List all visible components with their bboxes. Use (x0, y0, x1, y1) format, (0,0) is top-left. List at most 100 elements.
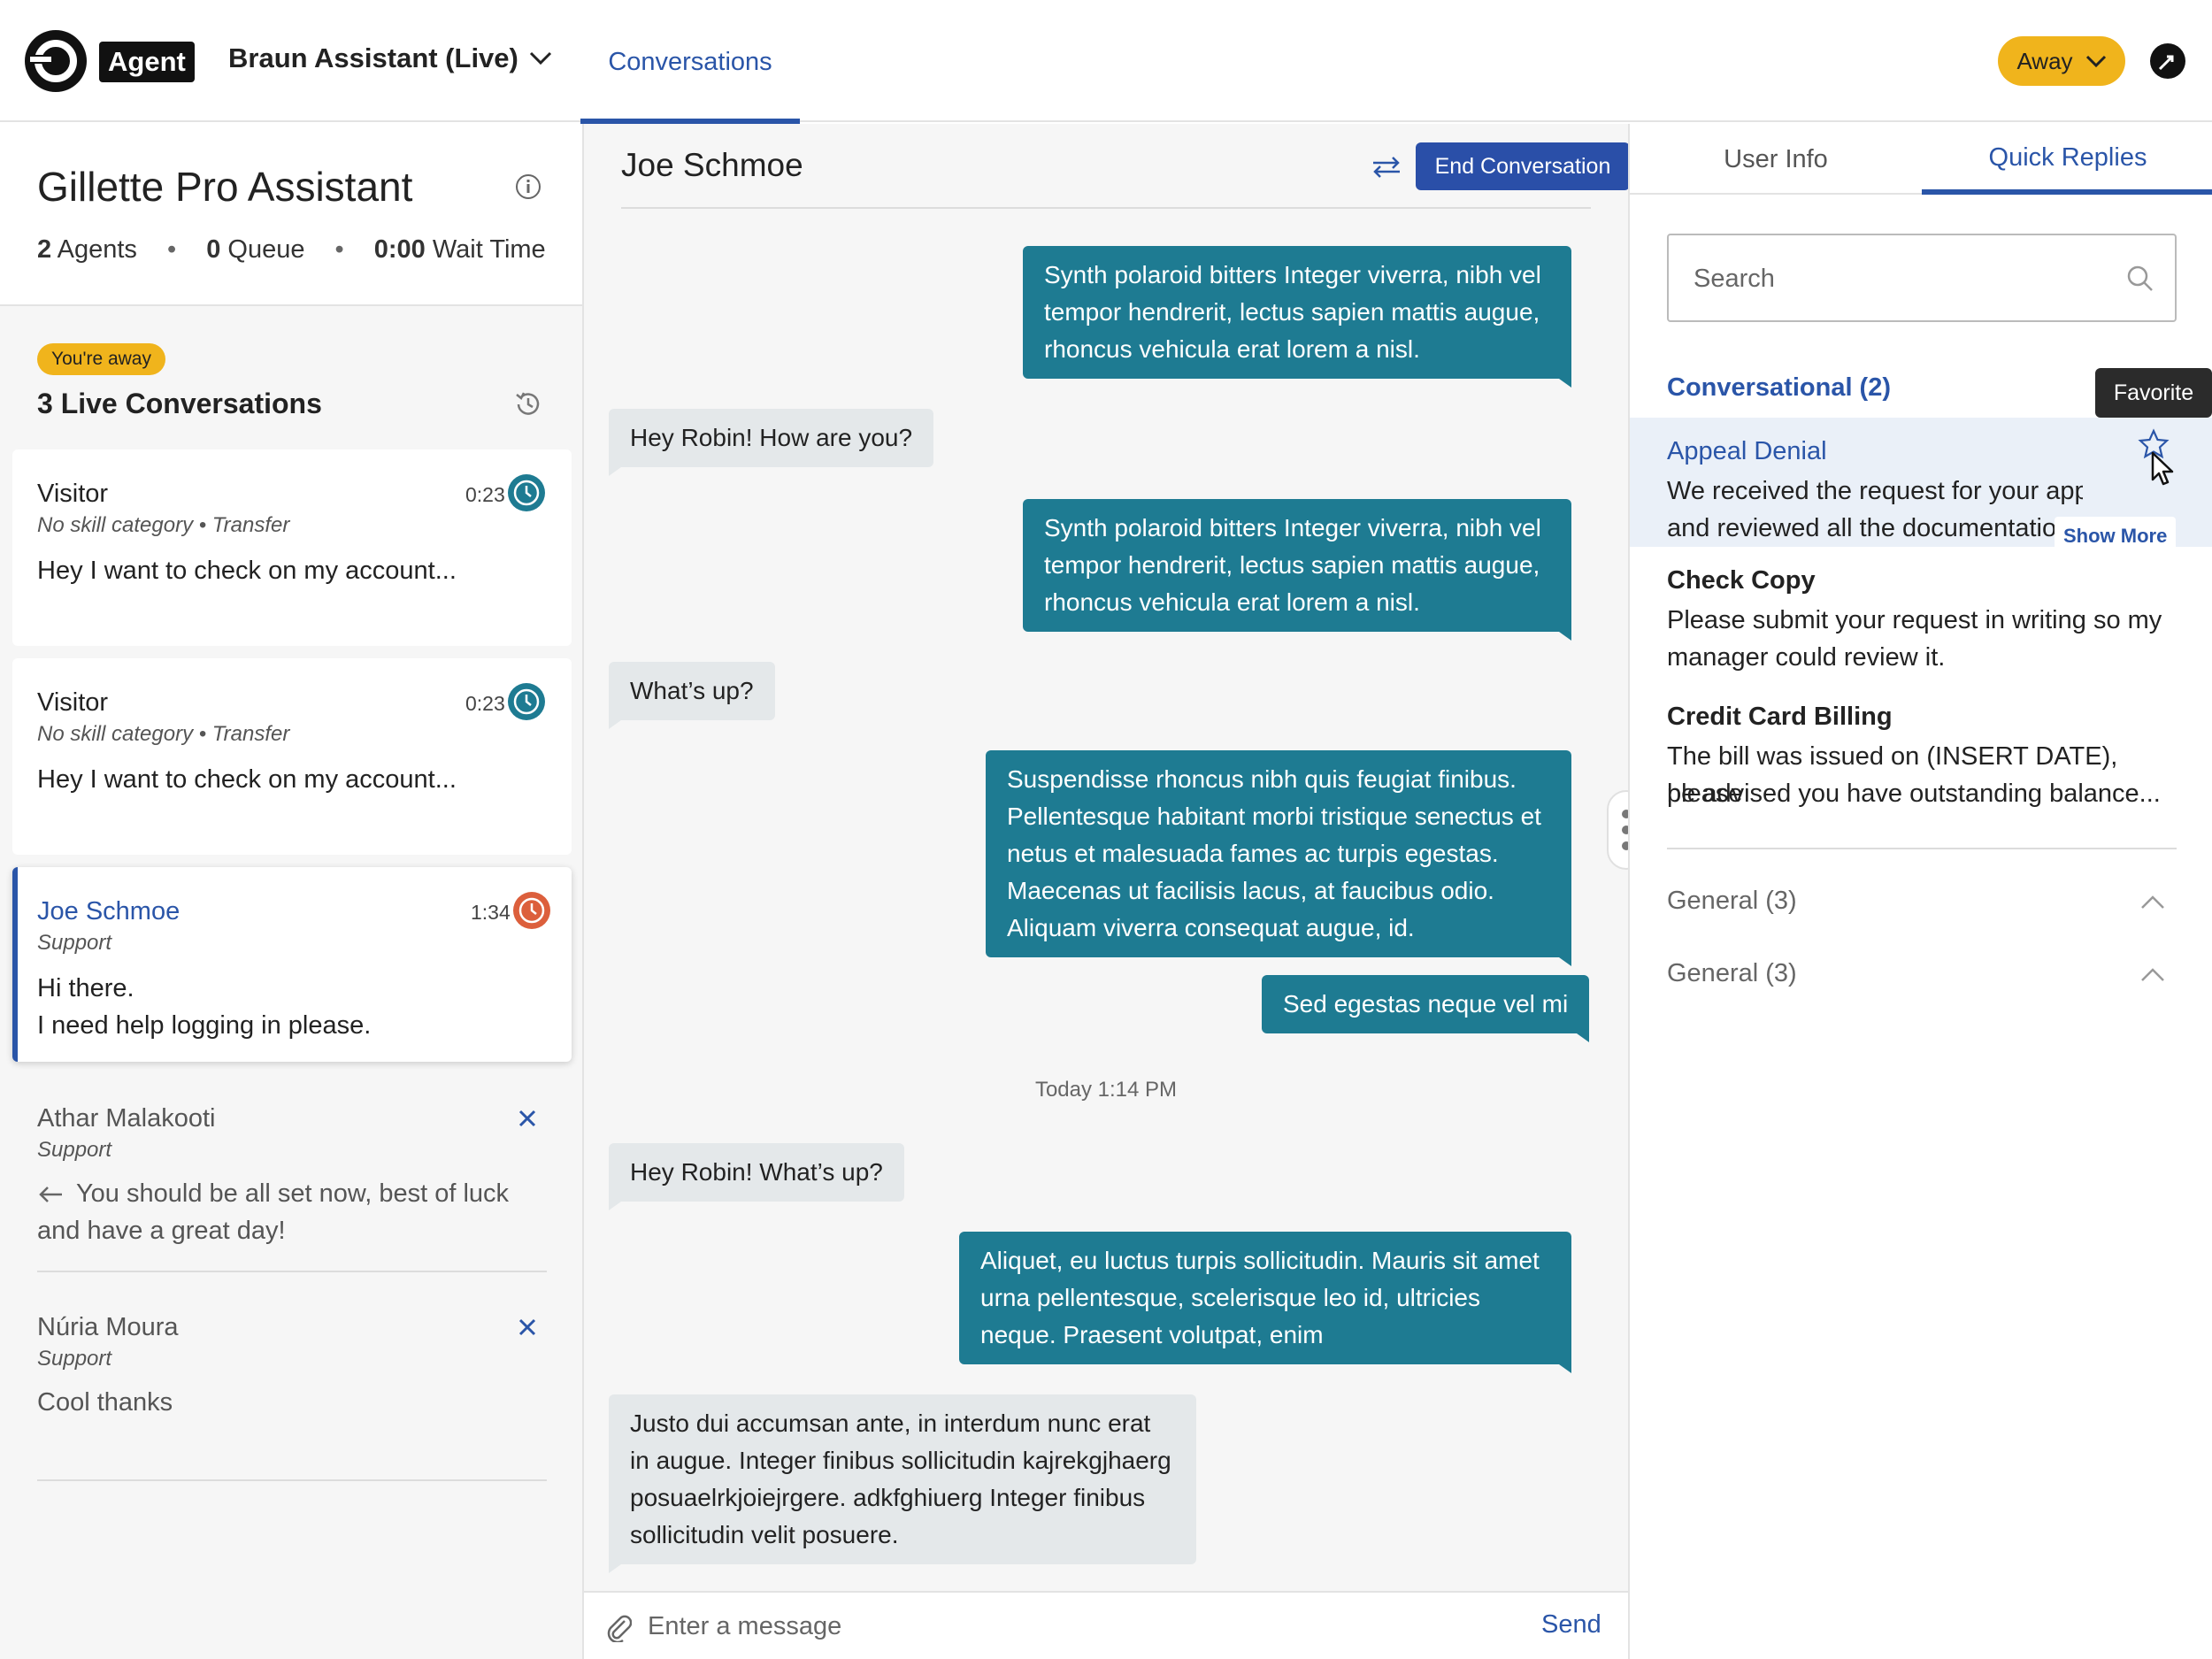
conversation-name: Visitor (37, 480, 109, 508)
favorite-tooltip: Favorite (2095, 368, 2212, 418)
team-header: Gillette Pro Assistant 2 Agents • 0 Queu… (0, 124, 582, 306)
quick-reply-item[interactable]: Appeal Denial We received the request fo… (1630, 418, 2212, 556)
section-general[interactable]: General (3) (1667, 887, 2177, 931)
chat-title: Joe Schmoe (621, 147, 803, 183)
conversation-preview-line: I need help logging in please. (37, 1011, 372, 1040)
history-icon[interactable] (513, 389, 543, 419)
message-incoming: Hey Robin! What’s up? (609, 1143, 904, 1210)
message-outgoing: Synth polaroid bitters Integer viverra, … (1023, 499, 1571, 641)
conversation-list-panel: Gillette Pro Assistant 2 Agents • 0 Queu… (0, 124, 584, 1659)
queue-count: 0 (206, 235, 221, 264)
chevron-down-icon (529, 51, 551, 65)
send-button[interactable]: Send (1541, 1610, 1601, 1640)
section-conversational[interactable]: Conversational (2) (1667, 373, 1891, 403)
section-general-title: General (3) (1667, 887, 1797, 915)
quick-reply-item[interactable]: Check Copy Please submit your request in… (1630, 554, 2212, 687)
chevron-up-icon (2141, 895, 2164, 909)
team-stats: 2 Agents • 0 Queue • 0:00 Wait Time (37, 235, 546, 265)
quick-reply-title: Check Copy (1667, 566, 1816, 595)
conversation-name: Athar Malakooti (37, 1104, 216, 1133)
conversation-preview: Cool thanks (37, 1388, 173, 1417)
chat-header: Joe Schmoe End Conversation (621, 124, 1630, 209)
clock-icon (508, 474, 545, 511)
show-more-button[interactable]: Show More (2055, 517, 2177, 556)
section-general[interactable]: General (3) (1667, 959, 2177, 1003)
message-input[interactable] (648, 1603, 1444, 1649)
conversation-preview: Hey I want to check on my account... (37, 765, 457, 794)
end-conversation-button[interactable]: End Conversation (1416, 142, 1630, 190)
chat-panel: Joe Schmoe End Conversation Synth polaro… (584, 124, 1630, 1659)
message-timestamp: Today 1:14 PM (1034, 1078, 1178, 1102)
paperclip-icon[interactable] (605, 1612, 632, 1642)
separator-dot: • (334, 235, 344, 264)
wait-value: 0:00 (373, 235, 426, 264)
conversation-name: Núria Moura (37, 1313, 179, 1341)
conversation-preview: You should be all set now, best of luck … (37, 1175, 547, 1249)
conversation-timer: 1:34 (471, 901, 511, 924)
transfer-icon[interactable] (1371, 154, 1402, 180)
tab-quick-replies[interactable]: Quick Replies (1922, 124, 2212, 195)
message-outgoing: Sed egestas neque vel mi (1262, 975, 1590, 1042)
conversation-preview-text: You should be all set now, best of luck … (37, 1179, 510, 1245)
search-input[interactable] (1694, 257, 2101, 301)
conversation-preview: Hey I want to check on my account... (37, 557, 457, 585)
side-panel: User Info Quick Replies Conversational (… (1628, 124, 2212, 1659)
clock-icon (508, 683, 545, 720)
conversation-card-active[interactable]: Joe Schmoe Support Hi there. I need help… (12, 867, 572, 1062)
quick-reply-body: manager could review it. (1667, 643, 1946, 672)
agent-badge: Agent (99, 42, 195, 82)
swap-button[interactable] (2150, 43, 2185, 79)
conversation-card[interactable]: Visitor No skill category • Transfer Hey… (12, 658, 572, 855)
quick-reply-body: be advised you have outstanding balance.… (1667, 780, 2161, 808)
message-incoming: Justo dui accumsan ante, in interdum nun… (609, 1394, 1196, 1573)
away-badge: You're away (37, 343, 165, 375)
live-conversations-title: 3 Live Conversations (37, 388, 322, 419)
agents-count: 2 (37, 235, 52, 264)
tab-conversations[interactable]: Conversations (580, 0, 800, 124)
section-general-title: General (3) (1667, 959, 1797, 987)
clock-icon (513, 892, 550, 929)
quick-reply-body: We received the request for your appeal (1667, 477, 2083, 505)
quick-reply-item[interactable]: Credit Card Billing The bill was issued … (1630, 690, 2212, 823)
wait-label: Wait Time (432, 235, 546, 264)
conversation-timer: 0:23 (465, 483, 505, 506)
arrow-left-icon (39, 1187, 62, 1203)
quick-replies-search (1667, 234, 2177, 322)
conversation-category: No skill category • Transfer (37, 513, 290, 537)
info-icon[interactable] (515, 173, 541, 200)
close-icon[interactable] (515, 1106, 540, 1131)
conversation-category: No skill category • Transfer (37, 722, 290, 746)
team-name: Gillette Pro Assistant (37, 164, 413, 210)
conversation-category: Support (37, 1138, 112, 1162)
conversation-category: Support (37, 1347, 112, 1371)
separator-dot: • (166, 235, 177, 264)
agents-label: Agents (57, 235, 137, 264)
search-icon[interactable] (2125, 264, 2155, 294)
conversation-preview: Hi there. I need help logging in please. (37, 970, 550, 1044)
swap-icon (2158, 55, 2174, 71)
message-outgoing: Suspendisse rhoncus nibh quis feugiat fi… (986, 750, 1571, 966)
closed-conversation[interactable]: Núria Moura Support Cool thanks (37, 1313, 547, 1481)
tab-user-info[interactable]: User Info (1630, 124, 1922, 195)
closed-conversation[interactable]: Athar Malakooti Support You should be al… (37, 1104, 547, 1272)
close-icon[interactable] (515, 1315, 540, 1340)
conversation-name: Joe Schmoe (37, 897, 180, 926)
message-composer: Send (584, 1591, 1628, 1659)
workspace-name: Braun Assistant (Live) (228, 42, 518, 73)
conversation-category: Support (37, 931, 112, 955)
message-incoming: What’s up? (609, 662, 775, 729)
message-outgoing: Aliquet, eu luctus turpis sollicitudin. … (959, 1232, 1571, 1373)
conversation-name: Visitor (37, 688, 109, 717)
message-outgoing: Synth polaroid bitters Integer viverra, … (1023, 246, 1571, 388)
status-dropdown[interactable]: Away (1998, 36, 2125, 86)
quick-reply-body: Please submit your request in writing so… (1667, 606, 2162, 634)
logo-icon[interactable] (25, 30, 87, 92)
conversation-card[interactable]: Visitor No skill category • Transfer Hey… (12, 449, 572, 646)
quick-reply-body: and reviewed all the documentation (1667, 514, 2071, 542)
queue-label: Queue (227, 235, 305, 264)
top-bar: Agent Braun Assistant (Live) Conversatio… (0, 0, 2212, 124)
section-divider (1667, 848, 2177, 849)
message-incoming: Hey Robin! How are you? (609, 409, 934, 476)
quick-reply-title: Appeal Denial (1667, 437, 1827, 465)
workspace-selector[interactable]: Braun Assistant (Live) (228, 42, 552, 74)
